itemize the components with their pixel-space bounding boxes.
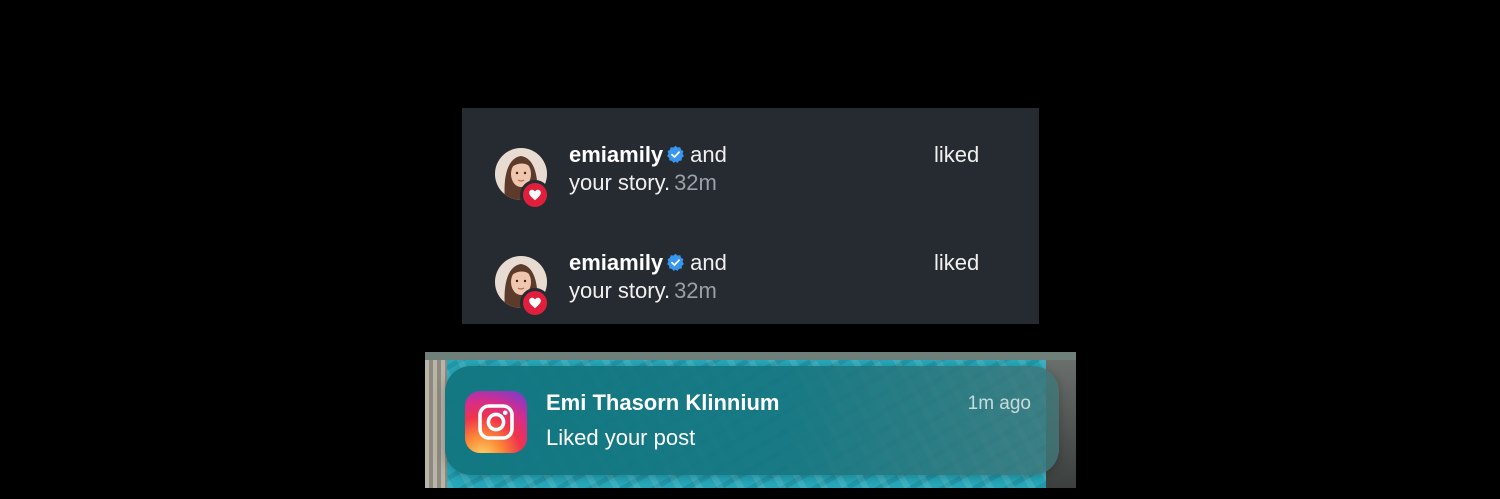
activity-line-2: your story. 32m xyxy=(569,276,717,306)
username-link[interactable]: emiamily xyxy=(569,250,663,275)
activity-line-1: emiamily and xyxy=(569,248,727,278)
heart-icon xyxy=(529,297,541,309)
action-text: liked xyxy=(934,142,980,167)
instagram-icon xyxy=(465,391,527,453)
push-notification[interactable]: Emi Thasorn Klinnium 1m ago Liked your p… xyxy=(445,366,1059,475)
timestamp: 32m xyxy=(674,278,717,303)
pool-deck xyxy=(425,352,447,488)
username-link[interactable]: emiamily xyxy=(569,142,663,167)
object-text: your story. xyxy=(569,170,671,195)
activity-item[interactable]: emiamily and liked your story. 32m xyxy=(462,140,1039,210)
pool-edge xyxy=(425,352,1076,360)
connector-text: and xyxy=(690,142,727,167)
avatar[interactable] xyxy=(495,148,551,210)
verified-badge-icon xyxy=(666,253,685,272)
activity-line-1: emiamily and xyxy=(569,140,727,170)
notification-body: Liked your post xyxy=(546,425,696,450)
like-badge xyxy=(520,180,550,210)
activity-line-2: your story. 32m xyxy=(569,168,717,198)
object-text: your story. xyxy=(569,278,671,303)
verified-badge-icon xyxy=(666,145,685,164)
action-text: liked xyxy=(934,250,980,275)
screenshot-collage: emiamily and liked your story. 32m emiam… xyxy=(0,0,1500,499)
heart-icon xyxy=(529,189,541,201)
connector-text: and xyxy=(690,250,727,275)
avatar[interactable] xyxy=(495,256,551,318)
notification-title: Emi Thasorn Klinnium xyxy=(546,390,780,415)
notification-time: 1m ago xyxy=(967,393,1031,414)
like-badge xyxy=(520,288,550,318)
activity-item[interactable]: emiamily and liked your story. 32m xyxy=(462,248,1039,318)
timestamp: 32m xyxy=(674,170,717,195)
activity-panel: emiamily and liked your story. 32m emiam… xyxy=(462,108,1039,324)
